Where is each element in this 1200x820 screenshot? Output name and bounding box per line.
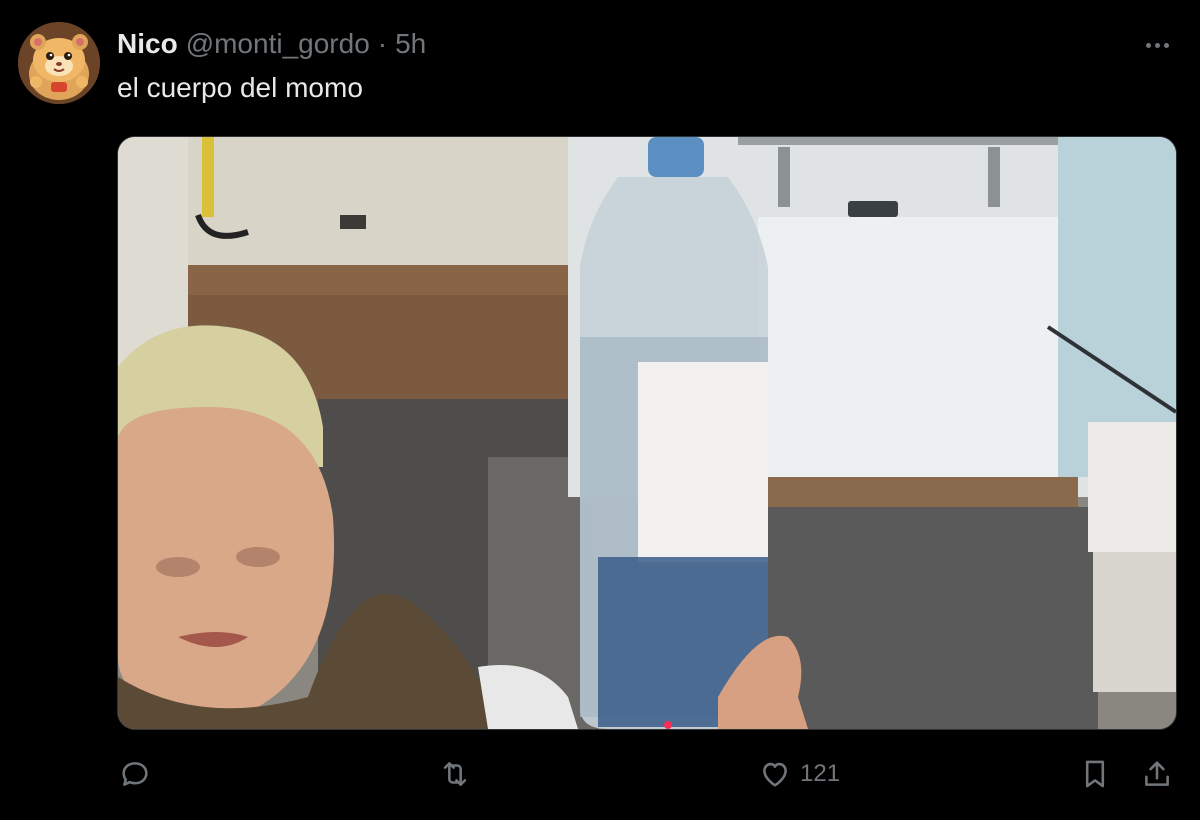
like-count: 121 [800, 760, 841, 787]
tweet[interactable]: Nico @monti_gordo · 5h el cuerpo del mom… [0, 0, 1200, 820]
share-button[interactable] [1140, 748, 1174, 800]
more-horizontal-icon [1145, 42, 1151, 48]
timestamp[interactable]: 5h [395, 28, 426, 60]
retweet-icon [443, 762, 467, 786]
more-options-button[interactable] [1136, 30, 1178, 60]
more-horizontal-icon [1163, 42, 1169, 48]
avatar[interactable] [18, 22, 100, 104]
author-name[interactable]: Nico [117, 28, 178, 60]
tweet-actions: 121 [0, 748, 1200, 800]
share-upload-icon [1145, 761, 1169, 786]
more-horizontal-icon [1154, 42, 1160, 48]
hamster-avatar-icon [18, 22, 100, 104]
video-media[interactable] [117, 136, 1177, 730]
separator-dot: · [377, 28, 388, 59]
reply-button[interactable] [118, 748, 152, 800]
retweet-button[interactable] [438, 748, 472, 800]
video-frame [118, 137, 1176, 729]
tweet-text: el cuerpo del momo [117, 72, 363, 103]
bookmark-button[interactable] [1078, 748, 1112, 800]
reply-bubble-icon [122, 762, 148, 786]
like-button[interactable]: 121 [758, 748, 840, 800]
bookmark-icon [1085, 760, 1105, 788]
tweet-header: Nico @monti_gordo · 5h [117, 26, 426, 62]
heart-icon [763, 762, 787, 787]
author-handle[interactable]: @monti_gordo [186, 28, 370, 60]
